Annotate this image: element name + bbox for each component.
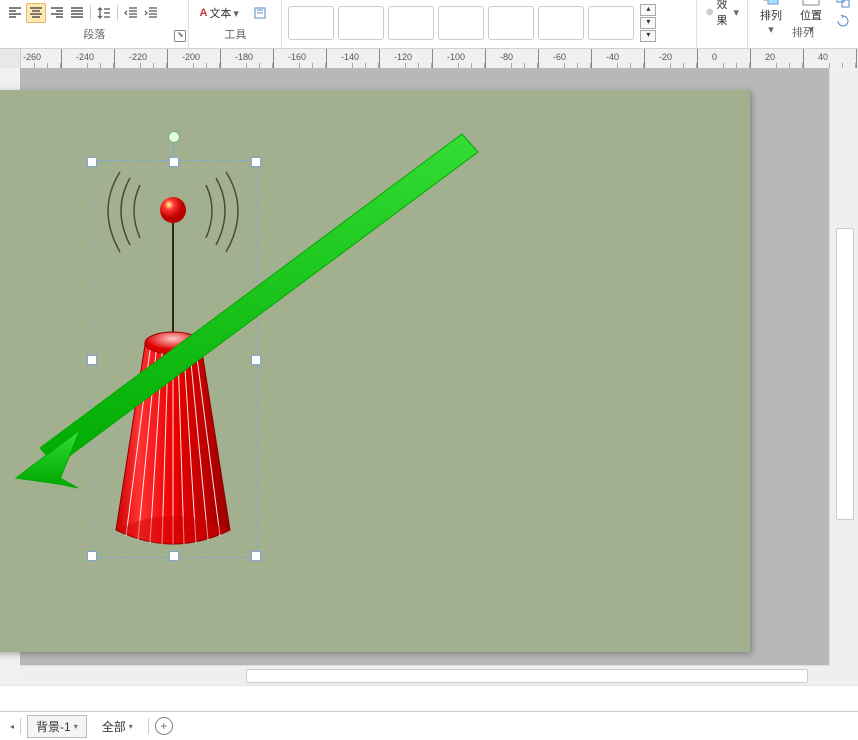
- status-bar: ◂ 背景-1 ▾ 全部 ▾ +: [0, 711, 858, 740]
- resize-handle-sw[interactable]: [87, 551, 97, 561]
- shape-style-preset[interactable]: [538, 6, 584, 40]
- shape-style-preset[interactable]: [388, 6, 434, 40]
- ruler-tick: -60: [551, 49, 592, 69]
- ruler-tick: -200: [180, 49, 221, 69]
- ruler-tick: 40: [816, 49, 857, 69]
- arrange-group: 排列▾ 位置▾ 排列: [748, 0, 858, 48]
- align-center-button[interactable]: [26, 3, 46, 23]
- align-right-button[interactable]: [48, 4, 66, 22]
- add-page-button[interactable]: +: [155, 717, 173, 735]
- horizontal-ruler: -260-240-220-200-180-160-140-120-100-80-…: [0, 49, 858, 70]
- vertical-scrollbar[interactable]: [829, 68, 858, 666]
- gallery-more-button[interactable]: ▾: [640, 30, 656, 42]
- ruler-tick: -80: [498, 49, 539, 69]
- gallery-prev-button[interactable]: ▴: [640, 4, 656, 16]
- indent-decrease-button[interactable]: [122, 4, 140, 22]
- paragraph-group: 段落 ⬊: [0, 0, 189, 48]
- ruler-tick: -120: [392, 49, 433, 69]
- paragraph-dialog-launcher[interactable]: ⬊: [174, 30, 186, 42]
- arrange-label: 排列: [760, 7, 782, 23]
- text-tool-label: 文本: [209, 5, 231, 21]
- ruler-tick: -20: [657, 49, 698, 69]
- effects-group: 效果 ▾: [697, 0, 748, 48]
- indent-increase-button[interactable]: [142, 4, 160, 22]
- group-button[interactable]: [834, 0, 852, 10]
- align-justify-button[interactable]: [68, 4, 86, 22]
- rotate-handle[interactable]: [168, 131, 180, 143]
- ruler-tick: -260: [21, 49, 62, 69]
- effects-button[interactable]: 效果 ▾: [701, 2, 743, 22]
- shape-styles-group: ▴ ▾ ▾ 形状样式 ⬊: [282, 0, 697, 48]
- ribbon: 段落 ⬊ A 文本 ▾ 工具: [0, 0, 858, 49]
- canvas[interactable]: [20, 68, 828, 666]
- tools-group: A 文本 ▾ 工具: [189, 0, 282, 48]
- shape-style-preset[interactable]: [488, 6, 534, 40]
- horizontal-scrollbar[interactable]: [20, 665, 830, 686]
- ruler-tick: -100: [445, 49, 486, 69]
- shape-style-preset[interactable]: [288, 6, 334, 40]
- resize-handle-nw[interactable]: [87, 157, 97, 167]
- ruler-tick: -40: [604, 49, 645, 69]
- tab-nav-prev-icon[interactable]: ◂: [10, 722, 14, 731]
- shape-style-preset[interactable]: [438, 6, 484, 40]
- scroll-corner: [830, 666, 858, 686]
- ruler-tick: -160: [286, 49, 327, 69]
- paragraph-label: 段落: [83, 29, 105, 41]
- resize-handle-se[interactable]: [251, 551, 261, 561]
- ruler-tick: 20: [763, 49, 804, 69]
- ruler-tick: -240: [74, 49, 115, 69]
- resize-handle-e[interactable]: [251, 355, 261, 365]
- tools-label: 工具: [224, 29, 246, 41]
- shape-style-preset[interactable]: [588, 6, 634, 40]
- background-tab-label: 背景-1: [36, 718, 71, 735]
- gallery-next-button[interactable]: ▾: [640, 17, 656, 29]
- resize-handle-n[interactable]: [169, 157, 179, 167]
- resize-handle-ne[interactable]: [251, 157, 261, 167]
- position-label: 位置: [800, 7, 822, 23]
- ruler-tick: -140: [339, 49, 380, 69]
- resize-handle-w[interactable]: [87, 355, 97, 365]
- selection-box: [90, 160, 258, 558]
- ruler-tick: 0: [710, 49, 751, 69]
- text-tool-button[interactable]: A 文本 ▾: [195, 3, 242, 23]
- tab-strip-area: [0, 685, 858, 712]
- arrange-group-label: 排列: [792, 27, 814, 39]
- resize-handle-s[interactable]: [169, 551, 179, 561]
- horizontal-scroll-thumb[interactable]: [246, 669, 808, 683]
- ruler-tick: -220: [127, 49, 168, 69]
- align-left-button[interactable]: [6, 4, 24, 22]
- insert-symbol-button[interactable]: [251, 4, 269, 22]
- page[interactable]: [0, 90, 750, 652]
- all-tab[interactable]: 全部 ▾: [93, 715, 142, 738]
- vertical-scroll-thumb[interactable]: [836, 228, 854, 520]
- background-tab[interactable]: 背景-1 ▾: [27, 715, 87, 738]
- line-spacing-button[interactable]: [95, 4, 113, 22]
- workspace: [0, 68, 858, 686]
- ruler-tick: -180: [233, 49, 274, 69]
- all-tab-label: 全部: [102, 718, 126, 735]
- shape-style-preset[interactable]: [338, 6, 384, 40]
